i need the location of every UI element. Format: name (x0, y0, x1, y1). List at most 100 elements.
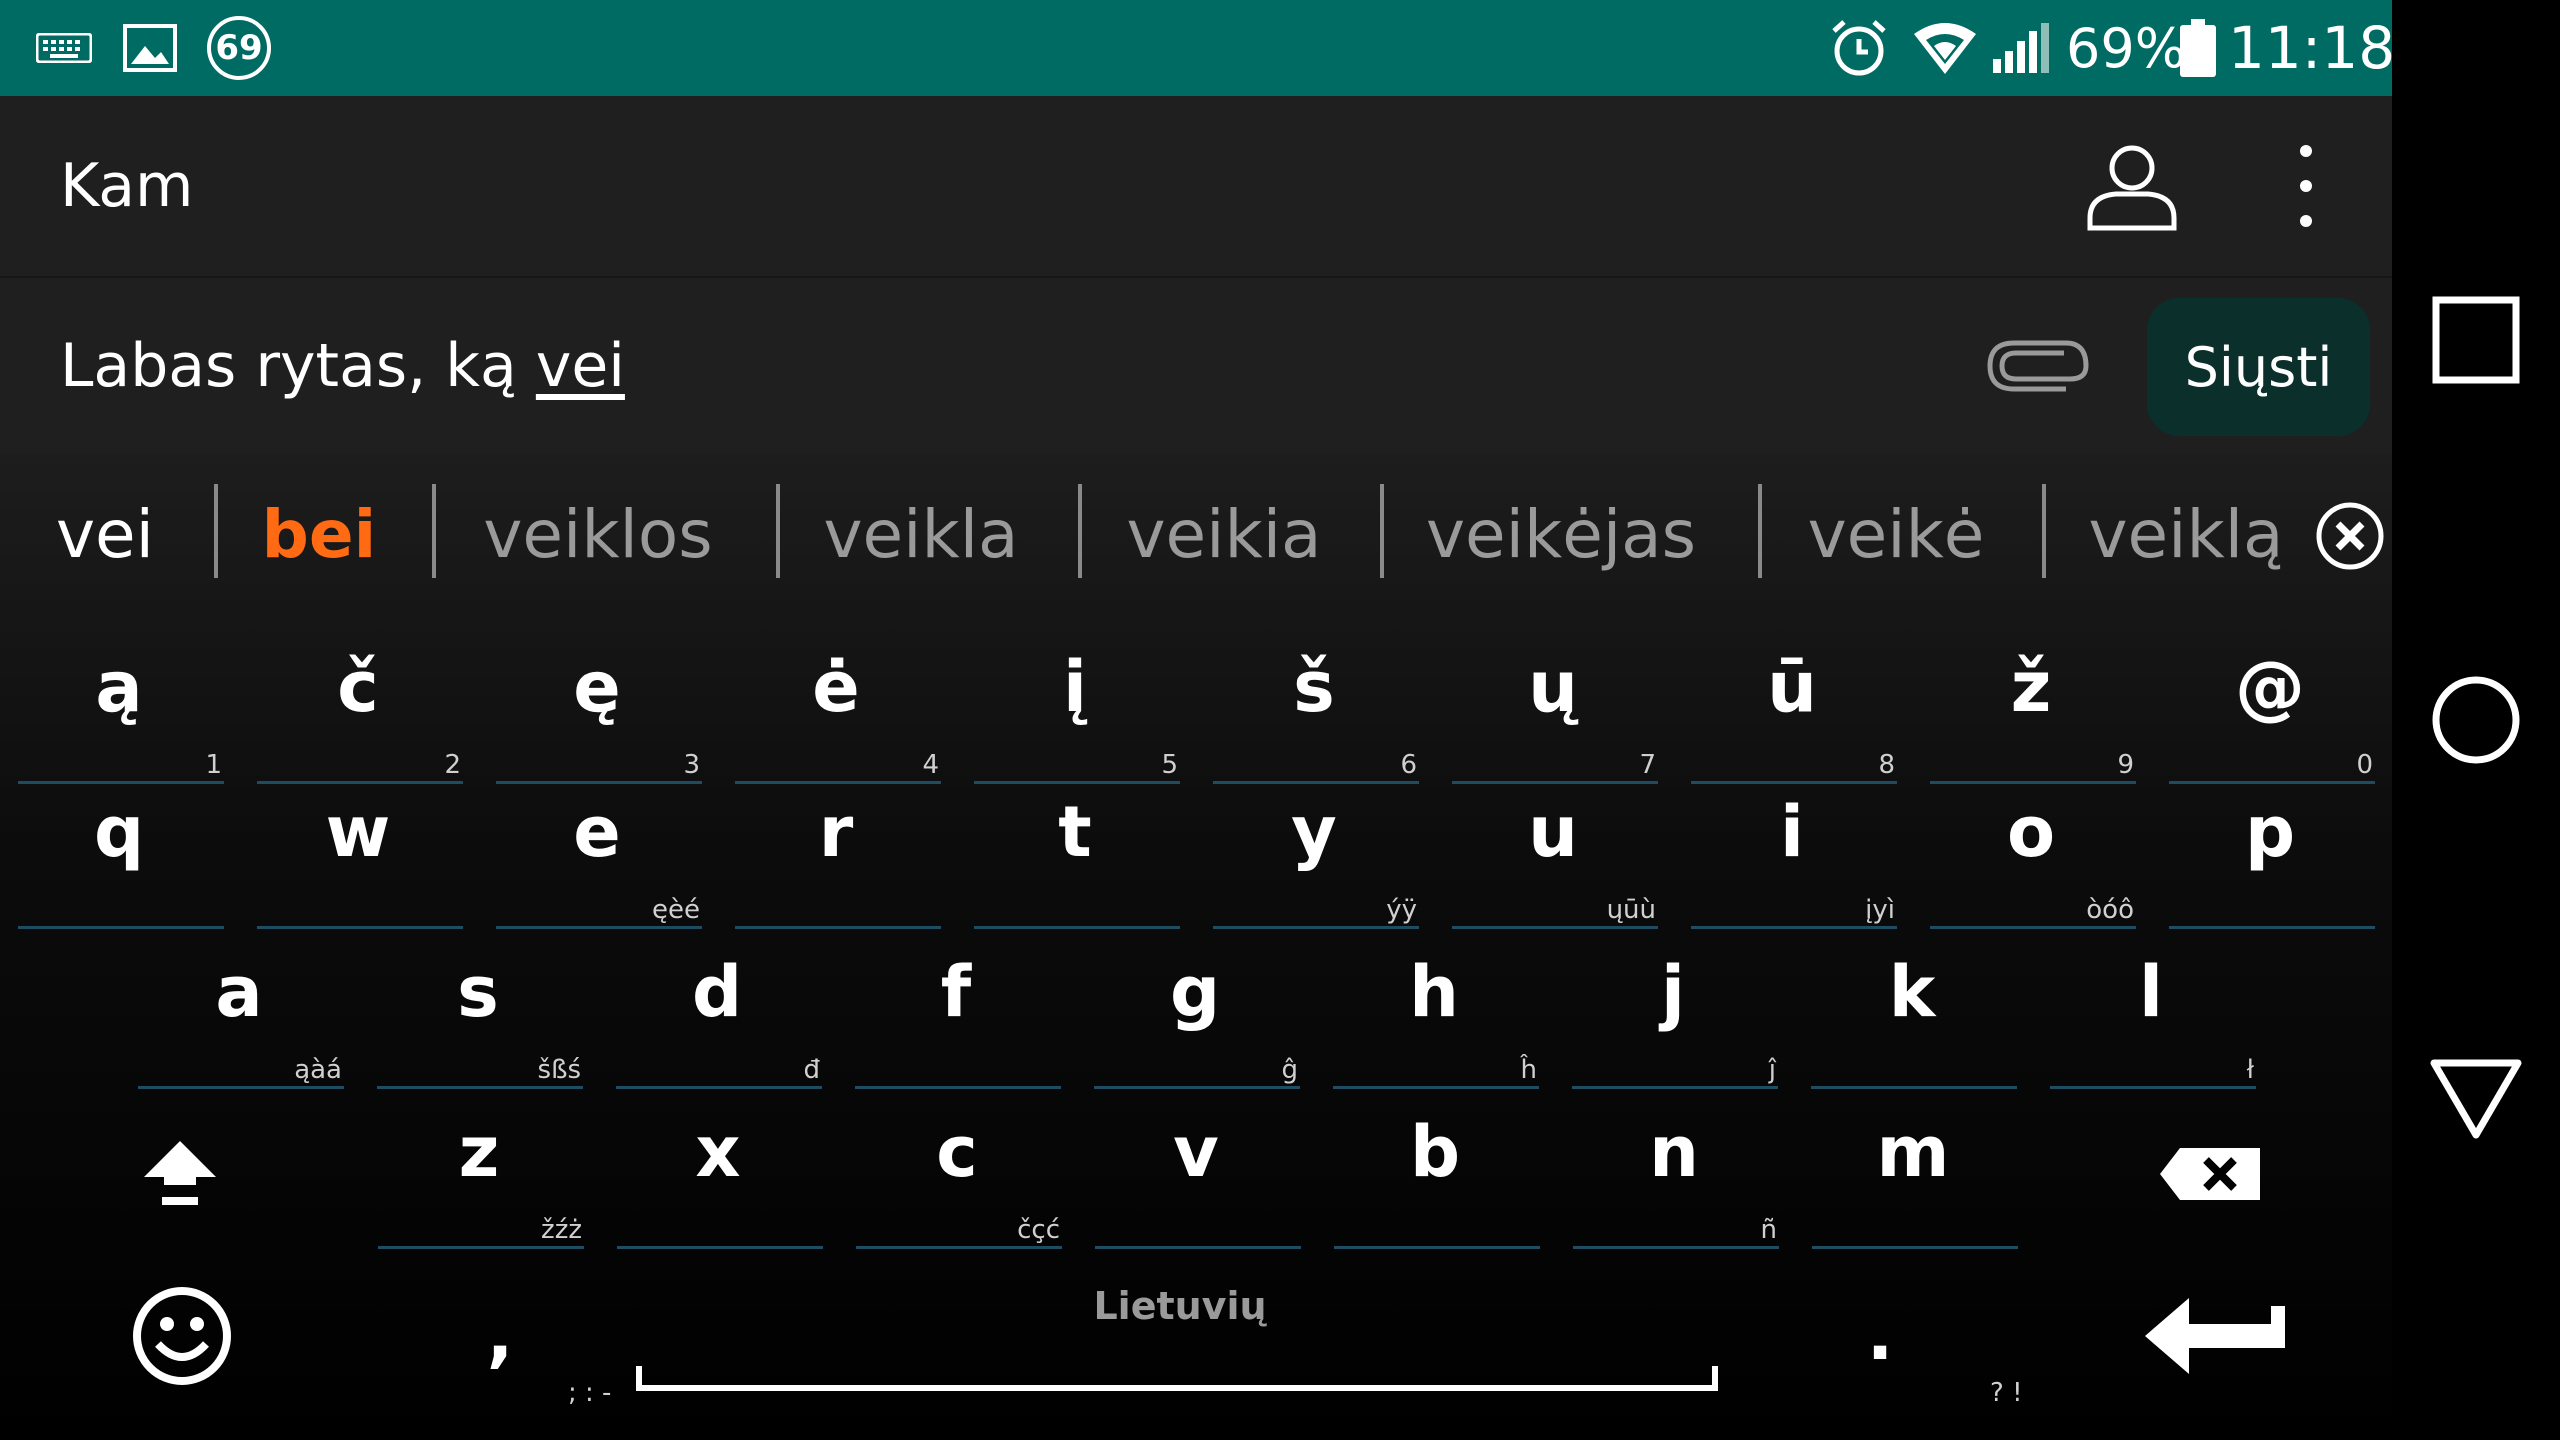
more-options-icon[interactable] (2276, 136, 2336, 236)
key-hint: 0 (2356, 750, 2373, 780)
home-icon[interactable] (2392, 645, 2560, 795)
key-underline (378, 1246, 584, 1249)
message-text: Labas rytas, ką (60, 331, 536, 401)
suggestion-item[interactable]: veikėjas (1394, 454, 1728, 614)
key-b[interactable]: b (1326, 1099, 1544, 1249)
shift-icon[interactable] (120, 1114, 240, 1234)
key-underline (735, 926, 941, 929)
key-label: z (458, 1111, 500, 1193)
send-button[interactable]: Siųsti (2147, 298, 2370, 436)
key-hint: ñ (1760, 1215, 1777, 1245)
key-r[interactable]: r (727, 779, 945, 929)
attach-icon[interactable] (1984, 328, 2098, 404)
key-label: b (1409, 1111, 1461, 1193)
key-label: j (1661, 951, 1685, 1033)
recipient-field[interactable]: Kam (60, 96, 194, 276)
key-underline (974, 926, 1180, 929)
enter-icon[interactable] (2140, 1274, 2290, 1398)
key-label: č (337, 646, 379, 728)
key-hint: ąàá (294, 1055, 342, 1085)
key-u[interactable]: u ųūù (1444, 779, 1662, 929)
key-m[interactable]: m (1804, 1099, 2022, 1249)
key-hint: 4 (922, 750, 939, 780)
key-ą[interactable]: ą1 (10, 634, 228, 784)
key-z[interactable]: z žźż (370, 1099, 588, 1249)
key-a[interactable]: a ąàá (130, 939, 348, 1089)
recents-icon[interactable] (2392, 265, 2560, 415)
key-hint: 2 (444, 750, 461, 780)
key-hint: ýÿ (1386, 895, 1417, 925)
close-suggestions-icon[interactable] (2314, 500, 2386, 572)
key-label: w (325, 791, 391, 873)
key-y[interactable]: y ýÿ (1205, 779, 1423, 929)
key-j[interactable]: jĵ (1564, 939, 1782, 1089)
period-key[interactable]: . ? ! (1820, 1274, 2023, 1424)
suggestion-divider (1078, 484, 1082, 578)
suggestion-divider (776, 484, 780, 578)
key-label: ę (573, 646, 621, 728)
key-ž[interactable]: ž9 (1922, 634, 2140, 784)
key-ū[interactable]: ū8 (1683, 634, 1901, 784)
suggestion-item[interactable]: veikė (1772, 454, 2020, 614)
key-t[interactable]: t (966, 779, 1184, 929)
key-ų[interactable]: ų7 (1444, 634, 1662, 784)
key-f[interactable]: f (847, 939, 1065, 1089)
key-q[interactable]: q (10, 779, 228, 929)
suggestion-bar: vei bei veiklos veikla veikia veikėjas v… (0, 454, 2392, 614)
key-hint: ĝ (1281, 1055, 1298, 1085)
space-key[interactable]: Lietuvių (630, 1264, 1730, 1414)
key-c[interactable]: c čçć (848, 1099, 1066, 1249)
key-ę[interactable]: ę3 (488, 634, 706, 784)
key-p[interactable]: p (2161, 779, 2379, 929)
key-w[interactable]: w (249, 779, 467, 929)
key-n[interactable]: nñ (1565, 1099, 1783, 1249)
key-ė[interactable]: ė4 (727, 634, 945, 784)
key-v[interactable]: v (1087, 1099, 1305, 1249)
key-underline (2169, 926, 2375, 929)
suggestion-item[interactable]: veiklos (446, 454, 750, 614)
key-underline (1094, 1086, 1300, 1089)
back-icon[interactable] (2392, 1025, 2560, 1175)
key-underline (617, 1246, 823, 1249)
key-at[interactable]: @0 (2161, 634, 2379, 784)
key-label: k (1888, 951, 1936, 1033)
key-s[interactable]: s šßś (369, 939, 587, 1089)
key-underline (1930, 926, 2136, 929)
badge-icon: 69 (204, 0, 274, 96)
key-label: g (1169, 951, 1221, 1033)
key-e[interactable]: e ęèé (488, 779, 706, 929)
keyboard-icon (36, 0, 92, 96)
comma-key[interactable]: , ; : - (440, 1274, 612, 1424)
suggestion-typed[interactable]: vei (40, 454, 170, 614)
key-o[interactable]: o òóô (1922, 779, 2140, 929)
suggestion-item[interactable]: bei (230, 454, 408, 614)
key-hint: ĵ (1768, 1055, 1776, 1085)
key-g[interactable]: gĝ (1086, 939, 1304, 1089)
suggestion-item[interactable]: veikia (1092, 454, 1356, 614)
gallery-icon (122, 0, 178, 96)
key-į[interactable]: į5 (966, 634, 1184, 784)
key-hint: ĥ (1520, 1055, 1537, 1085)
key-i[interactable]: i įyì (1683, 779, 1901, 929)
key-underline (1573, 1246, 1779, 1249)
key-l[interactable]: lł (2042, 939, 2260, 1089)
key-hint: įyì (1865, 895, 1895, 925)
key-underline (1095, 1246, 1301, 1249)
key-k[interactable]: k (1803, 939, 2021, 1089)
key-č[interactable]: č2 (249, 634, 467, 784)
key-h[interactable]: hĥ (1325, 939, 1543, 1089)
notification-badge-text: 69 (215, 28, 263, 68)
key-x[interactable]: x (609, 1099, 827, 1249)
key-hint: šßś (537, 1055, 581, 1085)
suggestion-item[interactable]: veiklą (2056, 454, 2316, 614)
key-hint: ųūù (1606, 895, 1656, 925)
emoji-icon[interactable] (120, 1274, 244, 1398)
backspace-icon[interactable] (2150, 1124, 2270, 1224)
suggestion-item[interactable]: veikla (790, 454, 1052, 614)
message-input[interactable]: Labas rytas, ką vei (60, 278, 625, 454)
contact-icon[interactable] (2082, 136, 2182, 236)
key-label: p (2244, 791, 2296, 873)
key-š[interactable]: š6 (1205, 634, 1423, 784)
key-d[interactable]: dđ (608, 939, 826, 1089)
key-label: n (1649, 1111, 1699, 1193)
